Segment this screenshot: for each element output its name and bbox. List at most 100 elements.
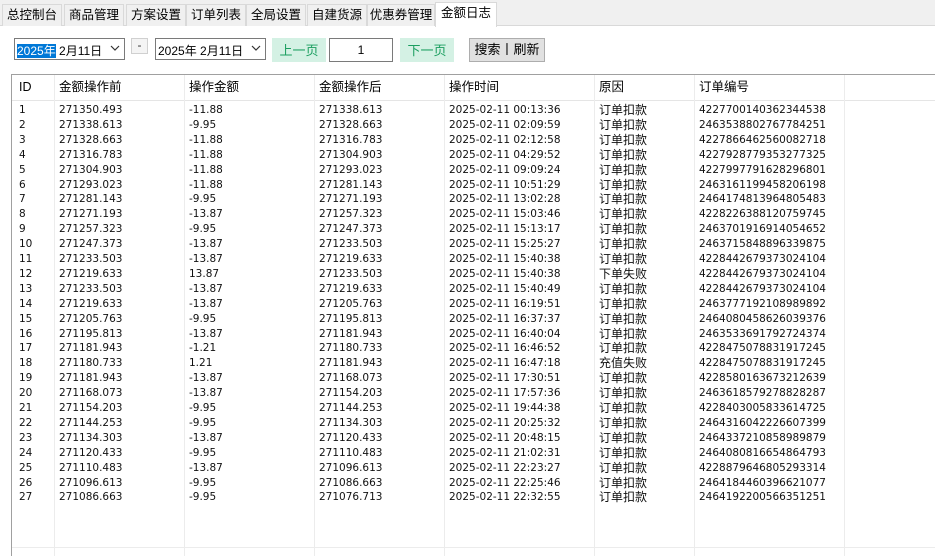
cell-operation-time: 2025-02-11 10:51:29 [449, 178, 561, 191]
table-row[interactable]: 6 271293.023 -11.88 271281.143 2025-02-11 10… [12, 178, 935, 193]
tab-console[interactable]: 总控制台 [2, 4, 62, 26]
cell-operation-time: 2025-02-11 22:25:46 [449, 476, 561, 489]
tab-product-management[interactable]: 商品管理 [64, 4, 124, 26]
cell-amount-before: 271338.613 [59, 118, 123, 131]
end-date-text: 2025年 2月11日 [158, 44, 244, 58]
table-row[interactable]: 21 271154.203 -9.95 271144.253 2025-02-11 19… [12, 401, 935, 416]
table-row[interactable]: 1 271350.493 -11.88 271338.613 2025-02-11 00… [12, 103, 935, 118]
column-header-id[interactable]: ID [14, 75, 32, 100]
table-row[interactable]: 14 271219.633 -13.87 271205.763 2025-02-11 1… [12, 297, 935, 312]
cell-reason: 订单扣款 [599, 207, 648, 222]
cell-amount-after: 271076.713 [319, 491, 383, 504]
cell-amount-before: 271168.073 [59, 387, 123, 400]
cell-amount-before: 271096.613 [59, 476, 123, 489]
cell-amount-after: 271195.813 [319, 312, 383, 325]
cell-operation-time: 2025-02-11 22:32:55 [449, 491, 561, 504]
table-row[interactable]: 19 271181.943 -13.87 271168.073 2025-02-11 1… [12, 371, 935, 386]
tab-self-built-supply[interactable]: 自建货源 [307, 4, 367, 26]
table-row[interactable]: 20 271168.073 -13.87 271154.203 2025-02-11 1… [12, 386, 935, 401]
table-row[interactable]: 4 271316.783 -11.88 271304.903 2025-02-11 04… [12, 148, 935, 163]
cell-order-number: 2463618579278828287 [699, 387, 826, 400]
cell-amount-after: 271219.633 [319, 282, 383, 295]
table-row[interactable]: 24 271120.433 -9.95 271110.483 2025-02-11 21… [12, 446, 935, 461]
cell-id: 19 [19, 372, 33, 385]
table-row[interactable]: 22 271144.253 -9.95 271134.303 2025-02-11 20… [12, 416, 935, 431]
cell-order-number: 4227700140362344538 [699, 104, 826, 116]
cell-id: 10 [19, 238, 33, 251]
cell-amount-after: 271181.943 [319, 327, 383, 340]
table-row[interactable]: 18 271180.733 1.21 271181.943 2025-02-11 16:… [12, 356, 935, 371]
start-date-rest: 2月11日 [55, 44, 103, 58]
cell-reason: 充值失败 [599, 356, 648, 371]
chevron-down-icon[interactable] [106, 39, 124, 59]
tab-coupon-management[interactable]: 优惠券管理 [367, 4, 435, 26]
tab-global-settings[interactable]: 全局设置 [246, 4, 306, 26]
cell-amount-after: 271219.633 [319, 253, 383, 265]
cell-operation-time: 2025-02-11 21:02:31 [449, 446, 561, 459]
cell-amount-after: 271168.073 [319, 372, 383, 385]
cell-id: 25 [19, 461, 33, 474]
table-row[interactable]: 10 271247.373 -13.87 271233.503 2025-02-11 1… [12, 237, 935, 252]
table-row[interactable]: 26 271096.613 -9.95 271086.663 2025-02-11 22… [12, 476, 935, 491]
table-row[interactable]: 17 271181.943 -1.21 271180.733 2025-02-11 16… [12, 341, 935, 356]
column-header-operation-time[interactable]: 操作时间 [444, 75, 499, 100]
next-page-button[interactable]: 下一页 [400, 38, 454, 62]
cell-amount-after: 271316.783 [319, 133, 383, 146]
cell-order-number: 2463538802767784251 [699, 118, 826, 131]
cell-operation-amount: -11.88 [189, 104, 223, 116]
cell-operation-time: 2025-02-11 15:40:49 [449, 282, 561, 295]
table-row[interactable]: 23 271134.303 -13.87 271120.433 2025-02-11 2… [12, 431, 935, 446]
cell-operation-amount: 1.21 [189, 357, 213, 370]
cell-amount-before: 271110.483 [59, 461, 123, 474]
cell-reason: 订单扣款 [599, 371, 648, 386]
table-row[interactable]: 2 271338.613 -9.95 271328.663 2025-02-11 02:… [12, 118, 935, 133]
cell-id: 7 [19, 193, 26, 206]
cell-amount-before: 271219.633 [59, 267, 123, 280]
column-header-operation-amount[interactable]: 操作金额 [184, 75, 239, 100]
cell-id: 15 [19, 312, 33, 325]
tab-amount-log[interactable]: 金额日志 [435, 2, 497, 27]
cell-operation-amount: -9.95 [189, 312, 217, 325]
table-row[interactable]: 16 271195.813 -13.87 271181.943 2025-02-11 1… [12, 327, 935, 342]
table-row[interactable]: 13 271233.503 -13.87 271219.633 2025-02-11 1… [12, 282, 935, 297]
table-row[interactable]: 27 271086.663 -9.95 271076.713 2025-02-11 22… [12, 490, 935, 505]
cell-order-number: 2464184460396621077 [699, 476, 826, 489]
table-row[interactable]: 5 271304.903 -11.88 271293.023 2025-02-11 09… [12, 163, 935, 178]
table-row[interactable]: 12 271219.633 13.87 271233.503 2025-02-11 15… [12, 267, 935, 282]
chevron-down-icon[interactable] [247, 39, 265, 59]
end-date-picker[interactable]: 2025年 2月11日 [155, 38, 266, 60]
cell-id: 27 [19, 491, 33, 504]
table-row[interactable]: 9 271257.323 -9.95 271247.373 2025-02-11 15:… [12, 222, 935, 237]
tab-order-list[interactable]: 订单列表 [186, 4, 246, 26]
page-number-input[interactable]: 1 [329, 38, 393, 62]
start-date-picker[interactable]: 2025年 2月11日 [14, 38, 125, 60]
cell-id: 21 [19, 402, 33, 414]
column-header-amount-after[interactable]: 金额操作后 [314, 75, 382, 100]
table-row[interactable]: 15 271205.763 -9.95 271195.813 2025-02-11 16… [12, 312, 935, 327]
cell-order-number: 2463161199458206198 [699, 178, 826, 191]
cell-amount-before: 271120.433 [59, 446, 123, 459]
column-header-amount-before[interactable]: 金额操作前 [54, 75, 122, 100]
table-row[interactable]: 11 271233.503 -13.87 271219.633 2025-02-11 1… [12, 252, 935, 267]
cell-id: 1 [19, 104, 26, 116]
cell-operation-time: 2025-02-11 16:47:18 [449, 357, 561, 370]
table-row[interactable]: 7 271281.143 -9.95 271271.193 2025-02-11 13:… [12, 192, 935, 207]
tab-plan-settings[interactable]: 方案设置 [126, 4, 186, 26]
table-row[interactable]: 25 271110.483 -13.87 271096.613 2025-02-11 2… [12, 461, 935, 476]
prev-page-button[interactable]: 上一页 [272, 38, 326, 62]
cell-operation-amount: -13.87 [189, 208, 223, 221]
cell-reason: 订单扣款 [599, 192, 648, 207]
cell-operation-time: 2025-02-11 09:09:24 [449, 163, 561, 176]
cell-order-number: 2464337210858989879 [699, 431, 826, 444]
table-row[interactable]: 3 271328.663 -11.88 271316.783 2025-02-11 02… [12, 133, 935, 148]
table-row[interactable]: 8 271271.193 -13.87 271257.323 2025-02-11 15… [12, 207, 935, 222]
column-header-order-number[interactable]: 订单编号 [694, 75, 749, 100]
cell-id: 24 [19, 446, 33, 459]
cell-operation-time: 2025-02-11 22:23:27 [449, 461, 561, 474]
cell-amount-after: 271110.483 [319, 446, 383, 459]
cell-order-number: 2464174813964805483 [699, 193, 826, 206]
cell-amount-after: 271144.253 [319, 402, 383, 414]
amount-log-table[interactable]: ID 金额操作前 操作金额 金额操作后 操作时间 原因 订单编号 1 271350… [11, 74, 935, 556]
column-header-reason[interactable]: 原因 [594, 75, 624, 100]
search-refresh-button[interactable]: 搜索丨刷新 [469, 38, 545, 62]
